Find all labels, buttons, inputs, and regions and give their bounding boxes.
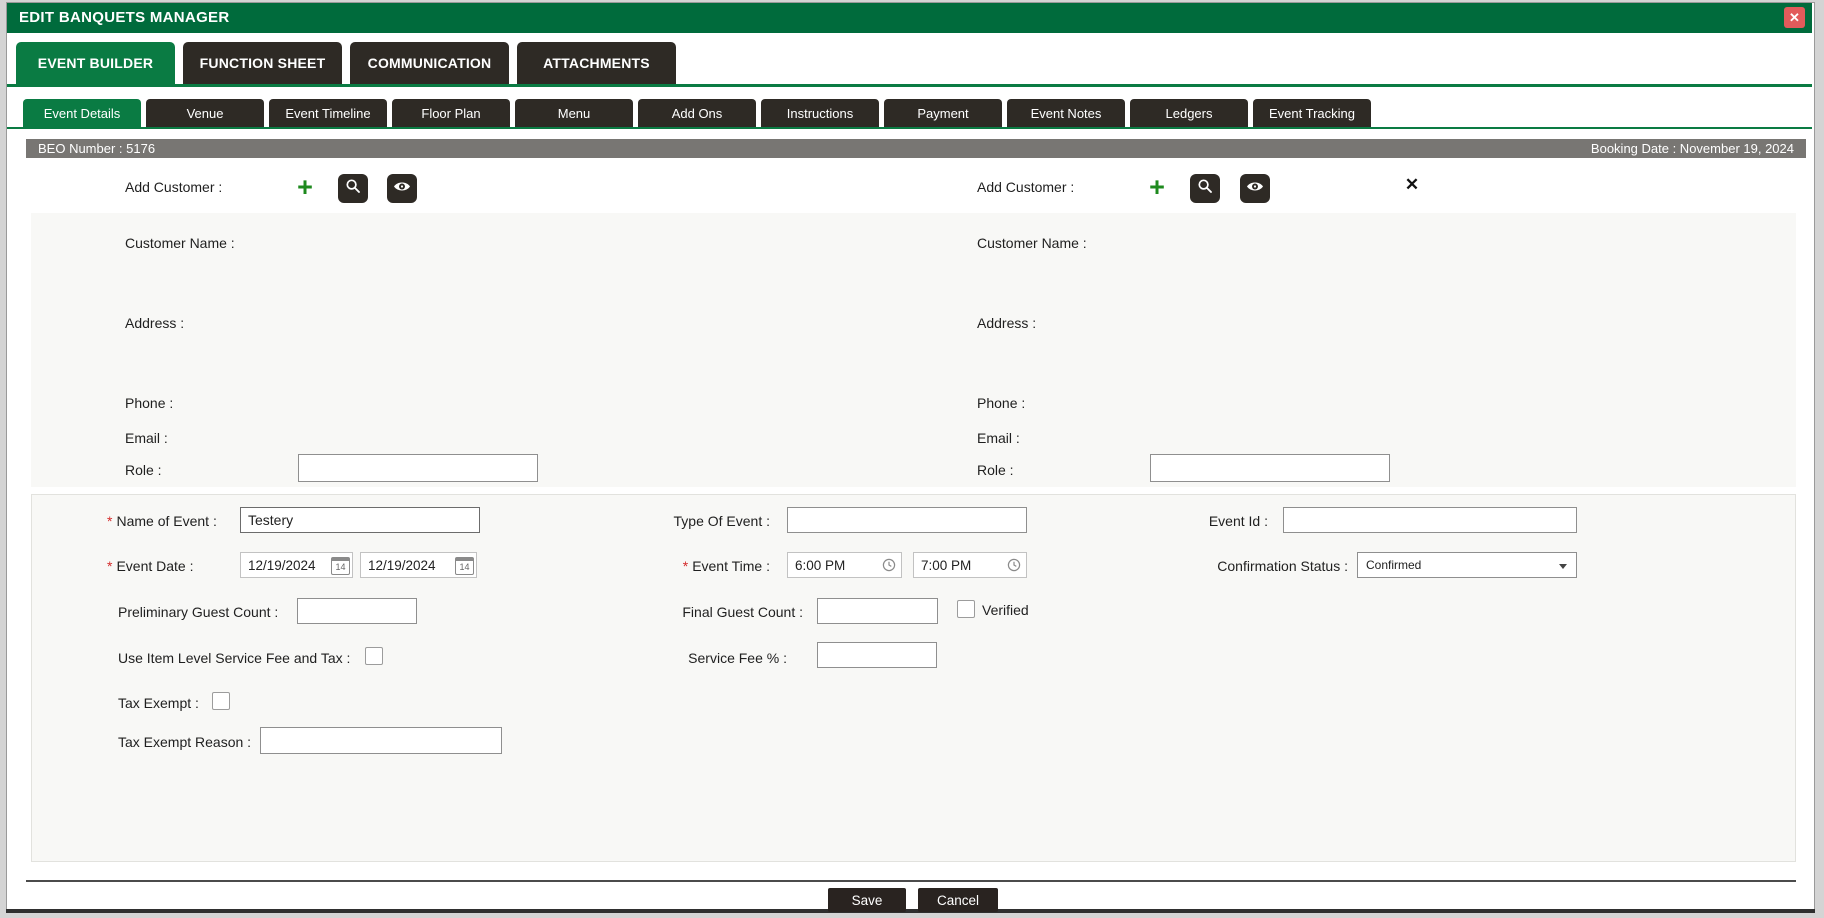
name-of-event-label: * Name of Event : xyxy=(107,513,217,529)
type-of-event-input[interactable] xyxy=(787,507,1027,533)
service-fee-input[interactable] xyxy=(817,642,937,668)
tab-payment[interactable]: Payment xyxy=(884,99,1002,127)
remove-customer-icon[interactable]: ✕ xyxy=(1401,174,1423,196)
confirmation-status-select[interactable]: Confirmed xyxy=(1357,552,1577,578)
event-start-date-input[interactable] xyxy=(240,552,353,578)
window-bottom-edge xyxy=(6,909,1815,913)
tax-exempt-checkbox[interactable] xyxy=(212,692,230,710)
event-start-time-input[interactable] xyxy=(787,552,902,578)
save-button[interactable]: Save xyxy=(828,888,906,912)
tax-exempt-reason-label: Tax Exempt Reason : xyxy=(118,734,252,750)
tab-add-ons[interactable]: Add Ons xyxy=(638,99,756,127)
tax-exempt-reason-input[interactable] xyxy=(260,727,502,754)
beo-info-bar: BEO Number : 5176 Booking Date : Novembe… xyxy=(26,139,1806,158)
final-guest-count-label: Final Guest Count : xyxy=(682,604,803,620)
tab-menu[interactable]: Menu xyxy=(515,99,633,127)
confirmation-status-label: Confirmation Status : xyxy=(1217,558,1348,574)
tab-communication[interactable]: COMMUNICATION xyxy=(350,42,509,84)
tab-venue[interactable]: Venue xyxy=(146,99,264,127)
tab-attachments[interactable]: ATTACHMENTS xyxy=(517,42,676,84)
add-customer-label-right: Add Customer : xyxy=(977,179,1075,195)
use-item-level-label: Use Item Level Service Fee and Tax : xyxy=(118,650,351,666)
footer-divider xyxy=(26,880,1796,882)
phone-label-right: Phone : xyxy=(977,395,1026,411)
preliminary-guest-count-input[interactable] xyxy=(297,598,417,624)
role-input-left[interactable] xyxy=(298,454,538,482)
eye-icon xyxy=(1246,180,1264,198)
search-icon xyxy=(345,178,361,199)
customer-name-label-right: Customer Name : xyxy=(977,235,1087,251)
tab-event-timeline[interactable]: Event Timeline xyxy=(269,99,387,127)
cancel-button[interactable]: Cancel xyxy=(918,888,998,912)
customer-details-panel xyxy=(31,213,1796,487)
role-label-left: Role : xyxy=(125,462,162,478)
tab-event-builder[interactable]: EVENT BUILDER xyxy=(16,42,175,84)
phone-label-left: Phone : xyxy=(125,395,174,411)
role-label-right: Role : xyxy=(977,462,1014,478)
event-time-label: * Event Time : xyxy=(682,558,770,574)
email-label-left: Email : xyxy=(125,430,168,446)
type-of-event-label: Type Of Event : xyxy=(673,513,771,529)
beo-number: BEO Number : 5176 xyxy=(38,141,156,156)
event-id-label: Event Id : xyxy=(1208,513,1268,529)
title-bar: EDIT BANQUETS MANAGER xyxy=(7,3,1812,33)
tab-event-tracking[interactable]: Event Tracking xyxy=(1253,99,1371,127)
tab-floor-plan[interactable]: Floor Plan xyxy=(392,99,510,127)
view-customer-button-right[interactable] xyxy=(1240,174,1270,203)
tab-function-sheet[interactable]: FUNCTION SHEET xyxy=(183,42,342,84)
main-tab-underline xyxy=(7,84,1812,87)
add-customer-plus-icon-left[interactable]: + xyxy=(292,173,318,203)
main-tab-bar: EVENT BUILDER FUNCTION SHEET COMMUNICATI… xyxy=(16,42,676,84)
role-input-right[interactable] xyxy=(1150,454,1390,482)
preliminary-guest-count-label: Preliminary Guest Count : xyxy=(118,604,279,620)
address-label-left: Address : xyxy=(125,315,185,331)
event-date-label: * Event Date : xyxy=(107,558,194,574)
search-customer-button-left[interactable] xyxy=(338,174,368,203)
add-customer-plus-icon-right[interactable]: + xyxy=(1144,173,1170,203)
name-of-event-input[interactable] xyxy=(240,507,480,533)
booking-date: Booking Date : November 19, 2024 xyxy=(1590,141,1794,156)
add-customer-label-left: Add Customer : xyxy=(125,179,223,195)
address-label-right: Address : xyxy=(977,315,1037,331)
verified-label: Verified xyxy=(982,602,1029,618)
required-asterisk: * xyxy=(107,558,113,574)
final-guest-count-input[interactable] xyxy=(817,598,938,624)
sub-tab-bar: Event Details Venue Event Timeline Floor… xyxy=(23,99,1371,127)
close-icon[interactable]: ✕ xyxy=(1784,7,1805,28)
event-details-panel xyxy=(31,494,1796,862)
verified-checkbox[interactable] xyxy=(957,600,975,618)
search-customer-button-right[interactable] xyxy=(1190,174,1220,203)
tax-exempt-label: Tax Exempt : xyxy=(118,695,199,711)
required-asterisk: * xyxy=(107,513,113,529)
sub-tab-underline xyxy=(7,127,1812,129)
chevron-down-icon xyxy=(1559,564,1567,569)
tab-event-details[interactable]: Event Details xyxy=(23,99,141,127)
service-fee-label: Service Fee % : xyxy=(688,650,787,666)
confirmation-status-value: Confirmed xyxy=(1366,558,1422,572)
event-end-time-input[interactable] xyxy=(913,552,1027,578)
use-item-level-checkbox[interactable] xyxy=(365,647,383,665)
tab-event-notes[interactable]: Event Notes xyxy=(1007,99,1125,127)
event-id-input[interactable] xyxy=(1283,507,1577,533)
tab-instructions[interactable]: Instructions xyxy=(761,99,879,127)
eye-icon xyxy=(393,180,411,198)
search-icon xyxy=(1197,178,1213,199)
window-title: EDIT BANQUETS MANAGER xyxy=(19,9,230,26)
email-label-right: Email : xyxy=(977,430,1020,446)
tab-ledgers[interactable]: Ledgers xyxy=(1130,99,1248,127)
required-asterisk: * xyxy=(682,558,689,574)
customer-name-label-left: Customer Name : xyxy=(125,235,235,251)
event-end-date-input[interactable] xyxy=(360,552,477,578)
view-customer-button-left[interactable] xyxy=(387,174,417,203)
